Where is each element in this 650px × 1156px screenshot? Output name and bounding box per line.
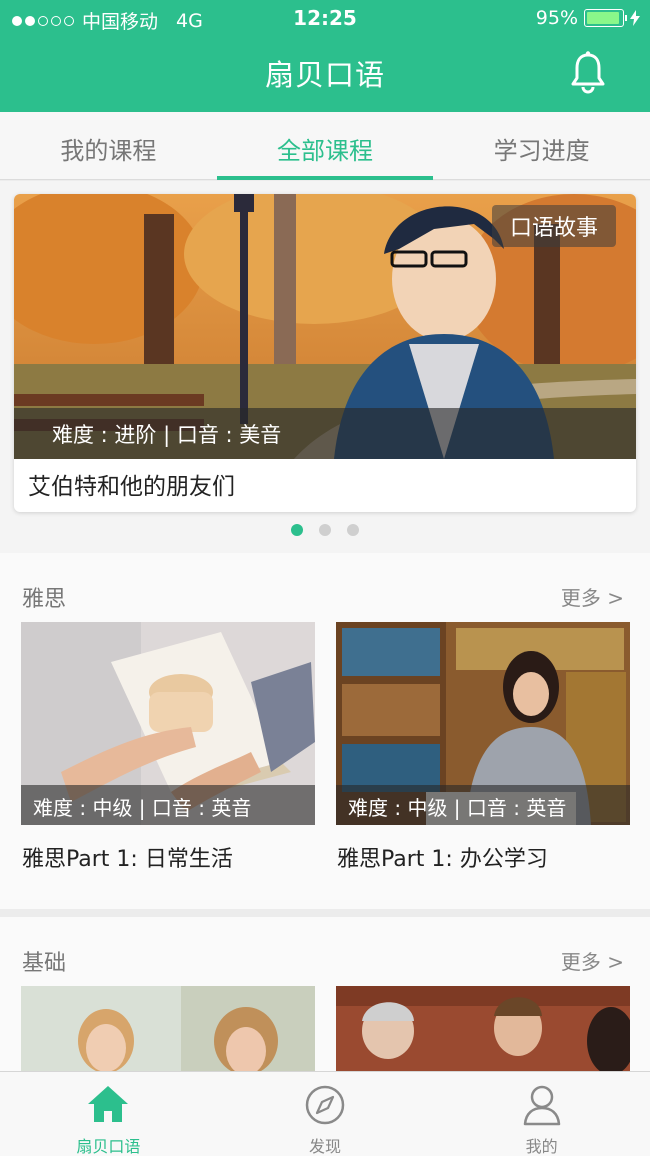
course-meta: 难度 : 中级 | 口音 : 英音: [21, 785, 315, 825]
banner-carousel: 口语故事 难度 : 进阶 | 口音 : 美音 艾伯特和他的朋友们: [0, 181, 650, 553]
course-card[interactable]: [21, 986, 315, 1076]
battery-group: 95%: [536, 7, 640, 29]
section-basics: 基础 更多 >: [0, 917, 650, 1077]
bell-icon[interactable]: [568, 50, 608, 94]
nav-discover[interactable]: 发现: [217, 1072, 434, 1156]
course-tabs: 我的课程 全部课程 学习进度: [0, 112, 650, 180]
more-link[interactable]: 更多 >: [561, 582, 624, 611]
tab-all-courses[interactable]: 全部课程: [216, 112, 434, 180]
pager-dot[interactable]: [347, 524, 359, 536]
top-bar: 中国移动 4G 12:25 95% 扇贝口语: [0, 0, 650, 112]
course-card[interactable]: [336, 986, 630, 1076]
pager-dot[interactable]: [319, 524, 331, 536]
more-link[interactable]: 更多 >: [561, 946, 624, 975]
course-meta: 难度 : 进阶 | 口音 : 美音: [14, 408, 636, 459]
section-heading: 基础: [22, 951, 67, 976]
status-bar: 中国移动 4G 12:25 95%: [0, 0, 650, 38]
course-thumbnail: [336, 986, 630, 1076]
course-meta: 难度 : 中级 | 口音 : 英音: [336, 785, 630, 825]
course-title[interactable]: 雅思Part 1: 办公学习: [337, 841, 548, 873]
course-title[interactable]: 雅思Part 1: 日常生活: [22, 841, 233, 873]
battery-percent: 95%: [535, 7, 578, 29]
course-thumbnail: [21, 986, 315, 1076]
pager-dot[interactable]: [291, 524, 303, 536]
carousel-pager: [0, 524, 650, 536]
home-icon: [88, 1086, 129, 1122]
battery-icon: [584, 9, 627, 27]
nav-label: 扇贝口语: [76, 1137, 141, 1156]
person-icon: [523, 1085, 560, 1126]
page-title: 扇贝口语: [264, 58, 385, 92]
course-title: 艾伯特和他的朋友们: [28, 474, 235, 500]
compass-icon: [305, 1085, 345, 1125]
course-card-office-study[interactable]: 难度 : 中级 | 口音 : 英音: [336, 622, 630, 825]
category-tag: 口语故事: [491, 205, 616, 247]
section-heading: 雅思: [22, 587, 67, 612]
section-ielts: 雅思 更多 > 难度 : 中级 | 口音 : 英音 雅思Part 1: 日常生活: [0, 553, 650, 909]
nav-label: 我的: [525, 1137, 558, 1156]
course-card-daily-life[interactable]: 难度 : 中级 | 口音 : 英音: [21, 622, 315, 825]
charging-icon: [630, 10, 640, 26]
nav-me[interactable]: 我的: [433, 1072, 650, 1156]
tab-progress[interactable]: 学习进度: [433, 112, 650, 179]
nav-label: 发现: [309, 1137, 342, 1156]
featured-course-card[interactable]: 口语故事 难度 : 进阶 | 口音 : 美音 艾伯特和他的朋友们: [14, 194, 636, 512]
bottom-nav: 扇贝口语 发现 我的: [0, 1071, 650, 1156]
tab-my-courses[interactable]: 我的课程: [0, 112, 217, 179]
nav-home[interactable]: 扇贝口语: [0, 1072, 217, 1156]
